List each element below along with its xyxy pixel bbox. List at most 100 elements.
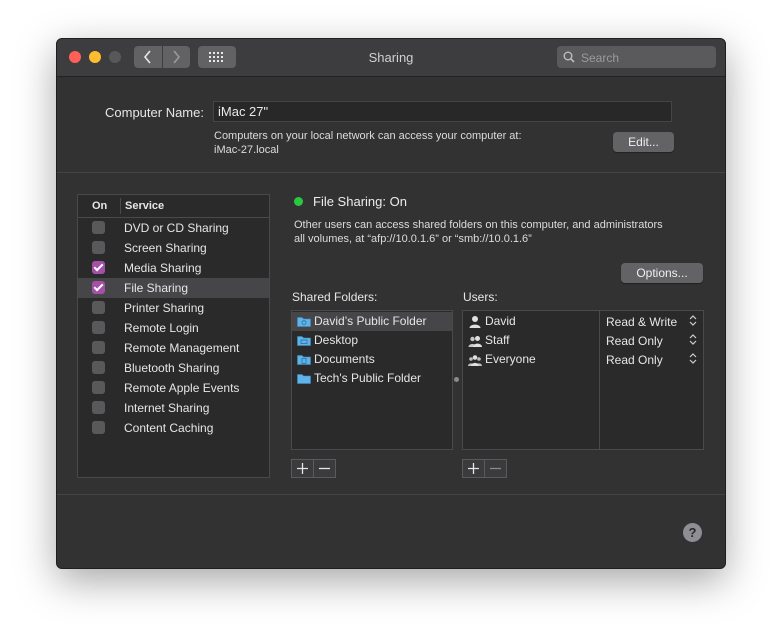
folder-name: David’s Public Folder bbox=[314, 314, 427, 328]
service-name: File Sharing bbox=[124, 281, 189, 295]
service-name: Remote Management bbox=[124, 341, 240, 355]
service-row[interactable]: Bluetooth Sharing bbox=[78, 358, 269, 378]
folder-name: Tech's Public Folder bbox=[314, 371, 422, 385]
group-icon bbox=[468, 334, 482, 350]
documents-folder-icon bbox=[297, 353, 311, 368]
column-header-service[interactable]: Service bbox=[125, 200, 164, 212]
service-checkbox[interactable] bbox=[92, 421, 105, 434]
service-name: DVD or CD Sharing bbox=[124, 221, 229, 235]
options-button[interactable]: Options... bbox=[621, 263, 703, 283]
edit-button[interactable]: Edit... bbox=[613, 132, 674, 152]
file-sharing-description: Other users can access shared folders on… bbox=[294, 218, 704, 246]
permission-value: Read Only bbox=[606, 334, 663, 348]
service-row[interactable]: Internet Sharing bbox=[78, 398, 269, 418]
status-indicator bbox=[294, 197, 303, 206]
service-name: Printer Sharing bbox=[124, 301, 205, 315]
service-row[interactable]: Printer Sharing bbox=[78, 298, 269, 318]
description-line-2: all volumes, at “afp://10.0.1.6” or “smb… bbox=[294, 233, 532, 245]
divider bbox=[57, 172, 725, 173]
service-name: Bluetooth Sharing bbox=[124, 361, 220, 375]
plus-icon bbox=[297, 463, 308, 474]
service-name: Remote Apple Events bbox=[124, 381, 240, 395]
folder-row[interactable]: David’s Public Folder bbox=[292, 312, 452, 331]
folder-name: Desktop bbox=[314, 333, 359, 347]
user-name: Staff bbox=[485, 333, 510, 347]
updown-chevron-icon bbox=[689, 314, 697, 330]
shared-folders-list: David’s Public Folder Desktop Documents Tec… bbox=[291, 310, 453, 450]
permission-popup[interactable]: Read & Write bbox=[606, 312, 701, 331]
plus-icon bbox=[468, 463, 479, 474]
user-row[interactable]: Staff bbox=[463, 331, 599, 350]
minus-icon bbox=[319, 467, 330, 470]
search-icon bbox=[563, 51, 575, 63]
service-checkbox[interactable] bbox=[92, 401, 105, 414]
updown-chevron-icon bbox=[689, 352, 697, 368]
service-checkbox[interactable] bbox=[92, 281, 105, 294]
service-row[interactable]: Content Caching bbox=[78, 418, 269, 438]
service-checkbox[interactable] bbox=[92, 241, 105, 254]
service-checkbox[interactable] bbox=[92, 301, 105, 314]
folder-name: Documents bbox=[314, 352, 375, 366]
minus-icon bbox=[490, 467, 501, 470]
permission-value: Read & Write bbox=[606, 315, 678, 329]
column-header-on[interactable]: On bbox=[92, 200, 107, 212]
network-access-text: Computers on your local network can acce… bbox=[214, 130, 522, 142]
desktop-folder-icon bbox=[297, 334, 311, 349]
local-hostname: iMac-27.local bbox=[214, 144, 279, 156]
service-list-header: On Service bbox=[78, 195, 269, 218]
user-icon bbox=[468, 315, 482, 331]
updown-chevron-icon bbox=[689, 333, 697, 349]
users-label: Users: bbox=[463, 290, 498, 304]
users-list: David Read & Write Staff Read Only Everyone R… bbox=[462, 310, 704, 450]
title-bar: Sharing bbox=[57, 39, 725, 77]
divider bbox=[57, 494, 725, 495]
folder-row[interactable]: Desktop bbox=[292, 331, 452, 350]
service-checkbox[interactable] bbox=[92, 381, 105, 394]
split-view-handle[interactable] bbox=[454, 377, 459, 382]
service-row[interactable]: Screen Sharing bbox=[78, 238, 269, 258]
service-checkbox[interactable] bbox=[92, 321, 105, 334]
public-folder-icon bbox=[297, 315, 311, 330]
user-name: Everyone bbox=[485, 352, 536, 366]
remove-user-button[interactable] bbox=[485, 459, 507, 478]
service-row[interactable]: Remote Login bbox=[78, 318, 269, 338]
service-checkbox[interactable] bbox=[92, 361, 105, 374]
search-field[interactable] bbox=[557, 46, 716, 68]
service-name: Screen Sharing bbox=[124, 241, 207, 255]
permission-popup[interactable]: Read Only bbox=[606, 350, 701, 369]
folder-row[interactable]: Documents bbox=[292, 350, 452, 369]
service-row[interactable]: Media Sharing bbox=[78, 258, 269, 278]
shared-folders-label: Shared Folders: bbox=[292, 290, 378, 304]
help-button[interactable]: ? bbox=[683, 523, 702, 542]
service-name: Content Caching bbox=[124, 421, 214, 435]
service-list: On Service DVD or CD Sharing Screen Shari… bbox=[77, 194, 270, 478]
service-name: Internet Sharing bbox=[124, 401, 210, 415]
file-sharing-status: File Sharing: On bbox=[313, 194, 407, 209]
description-line-1: Other users can access shared folders on… bbox=[294, 219, 663, 231]
search-input[interactable] bbox=[579, 48, 713, 68]
folder-row[interactable]: Tech's Public Folder bbox=[292, 369, 452, 388]
computer-name-description: Computers on your local network can acce… bbox=[214, 129, 522, 157]
computer-name-label: Computer Name: bbox=[105, 105, 204, 120]
permission-value: Read Only bbox=[606, 353, 663, 367]
service-name: Remote Login bbox=[124, 321, 199, 335]
add-user-button[interactable] bbox=[462, 459, 485, 478]
user-name: David bbox=[485, 314, 516, 328]
computer-name-field[interactable] bbox=[213, 101, 672, 122]
folder-add-remove bbox=[291, 459, 336, 478]
user-add-remove bbox=[462, 459, 507, 478]
sharing-window: Sharing Computer Name: Computers on your… bbox=[56, 38, 726, 569]
service-row[interactable]: Remote Management bbox=[78, 338, 269, 358]
service-row[interactable]: File Sharing bbox=[78, 278, 269, 298]
service-checkbox[interactable] bbox=[92, 341, 105, 354]
user-row[interactable]: Everyone bbox=[463, 350, 599, 369]
service-checkbox[interactable] bbox=[92, 221, 105, 234]
service-row[interactable]: Remote Apple Events bbox=[78, 378, 269, 398]
service-row[interactable]: DVD or CD Sharing bbox=[78, 218, 269, 238]
permission-popup[interactable]: Read Only bbox=[606, 331, 701, 350]
user-row[interactable]: David bbox=[463, 312, 599, 331]
add-folder-button[interactable] bbox=[291, 459, 314, 478]
service-checkbox[interactable] bbox=[92, 261, 105, 274]
everyone-icon bbox=[468, 353, 482, 369]
remove-folder-button[interactable] bbox=[314, 459, 336, 478]
